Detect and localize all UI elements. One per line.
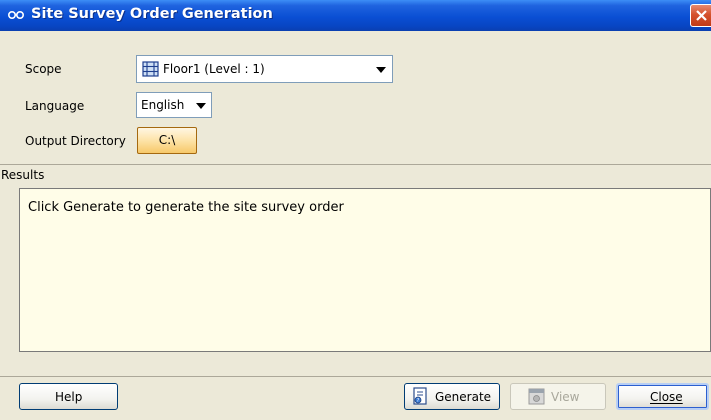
view-button[interactable]: View [510, 383, 606, 410]
output-directory-label: Output Directory [25, 134, 126, 148]
help-button-label: Help [55, 390, 83, 404]
dialog-window: Site Survey Order Generation Scope Floor… [0, 0, 711, 420]
output-directory-button[interactable]: C:\ [137, 127, 197, 154]
glasses-icon [7, 10, 25, 20]
svg-text:?: ? [417, 398, 420, 404]
view-button-label: View [551, 390, 580, 404]
close-button[interactable]: Close [616, 383, 709, 410]
results-text-area[interactable]: Click Generate to generate the site surv… [19, 188, 711, 352]
chevron-down-icon [376, 67, 386, 73]
scope-value: Floor1 (Level : 1) [163, 62, 265, 76]
divider [0, 376, 711, 377]
language-value: English [141, 98, 185, 112]
scope-dropdown[interactable]: Floor1 (Level : 1) [136, 55, 393, 83]
chevron-down-icon [196, 103, 206, 109]
scope-label: Scope [25, 62, 62, 76]
generate-button[interactable]: ? Generate [404, 383, 500, 410]
view-icon [528, 388, 545, 405]
floor-icon [142, 61, 159, 77]
results-message: Click Generate to generate the site surv… [28, 200, 344, 215]
close-icon [696, 10, 707, 21]
generate-button-label: Generate [435, 390, 492, 404]
title-bar[interactable]: Site Survey Order Generation [0, 0, 711, 31]
language-dropdown[interactable]: English [136, 92, 212, 118]
divider [0, 164, 711, 165]
help-button[interactable]: Help [19, 383, 118, 410]
window-close-button[interactable] [690, 4, 711, 27]
generate-report-icon: ? [413, 387, 427, 405]
output-directory-value: C:\ [158, 133, 176, 147]
close-button-label: Close [650, 390, 683, 404]
window-title: Site Survey Order Generation [31, 6, 273, 22]
results-label: Results [1, 168, 45, 182]
language-label: Language [25, 99, 85, 113]
